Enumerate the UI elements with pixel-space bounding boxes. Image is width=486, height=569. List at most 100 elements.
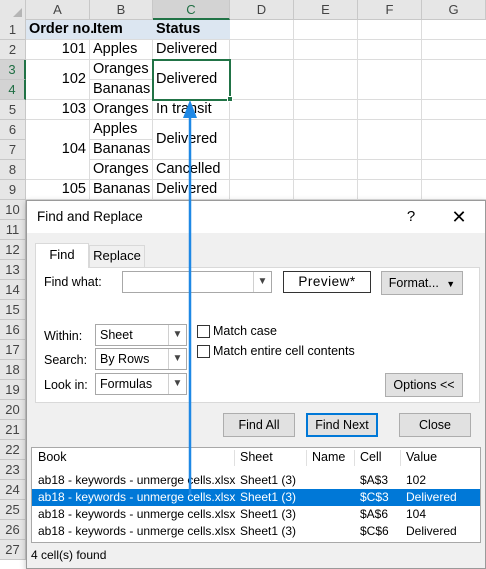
result-sheet: Sheet1 (3)	[240, 473, 297, 487]
cell-a9[interactable]: 105	[26, 181, 89, 197]
cell-b1[interactable]: Item	[90, 21, 152, 37]
result-value: Delivered	[406, 490, 457, 504]
within-select[interactable]: Sheet ▼	[95, 324, 187, 346]
column-header-f[interactable]: F	[358, 0, 422, 20]
tab-find[interactable]: Find	[35, 243, 89, 268]
cell-a6-merged[interactable]: 104	[26, 120, 89, 179]
cell-c6-merged[interactable]: Delivered	[153, 120, 229, 159]
row-header-5[interactable]: 5	[0, 100, 26, 120]
cell-b4[interactable]: Bananas	[90, 81, 152, 97]
row-header-19[interactable]: 19	[0, 380, 26, 400]
gridline	[26, 119, 486, 120]
format-button-label: Format...	[388, 276, 439, 290]
result-cell: $C$3	[360, 490, 389, 504]
results-header-sheet[interactable]: Sheet	[240, 450, 273, 464]
row-header-13[interactable]: 13	[0, 260, 26, 280]
find-next-button[interactable]: Find Next	[306, 413, 378, 437]
cell-a5[interactable]: 103	[26, 101, 89, 117]
column-header-g[interactable]: G	[422, 0, 486, 20]
row-header-25[interactable]: 25	[0, 500, 26, 520]
cell-b7[interactable]: Bananas	[90, 141, 152, 157]
dialog-titlebar[interactable]: Find and Replace ? ✕	[27, 201, 485, 233]
row-header-11[interactable]: 11	[0, 220, 26, 240]
row-header-27[interactable]: 27	[0, 540, 26, 560]
results-header-value[interactable]: Value	[406, 450, 437, 464]
cell-b8[interactable]: Oranges	[90, 161, 152, 177]
row-header-3[interactable]: 3	[0, 60, 26, 80]
row-header-9[interactable]: 9	[0, 180, 26, 200]
gridline	[26, 99, 486, 100]
cell-b5[interactable]: Oranges	[90, 101, 152, 117]
gridline	[90, 79, 153, 80]
column-header-e[interactable]: E	[294, 0, 358, 20]
cell-c1[interactable]: Status	[153, 21, 229, 37]
chevron-down-icon[interactable]: ▼	[253, 272, 271, 292]
gridline	[26, 179, 486, 180]
row-header-26[interactable]: 26	[0, 520, 26, 540]
row-header-15[interactable]: 15	[0, 300, 26, 320]
help-button[interactable]: ?	[399, 205, 423, 229]
cell-a1[interactable]: Order no.	[26, 21, 94, 37]
row-header-21[interactable]: 21	[0, 420, 26, 440]
row-header-8[interactable]: 8	[0, 160, 26, 180]
row-header-24[interactable]: 24	[0, 480, 26, 500]
results-header-name[interactable]: Name	[312, 450, 345, 464]
column-header-a[interactable]: A	[26, 0, 90, 20]
match-case-checkbox[interactable]	[197, 325, 210, 338]
chevron-down-icon[interactable]: ▼	[168, 325, 186, 345]
search-value: By Rows	[100, 352, 150, 366]
row-header-12[interactable]: 12	[0, 240, 26, 260]
find-what-input[interactable]: ▼	[122, 271, 272, 293]
cell-b6[interactable]: Apples	[90, 121, 152, 137]
dialog-title: Find and Replace	[37, 209, 143, 224]
results-header-book[interactable]: Book	[38, 450, 67, 464]
row-header-23[interactable]: 23	[0, 460, 26, 480]
row-header-7[interactable]: 7	[0, 140, 26, 160]
row-header-4[interactable]: 4	[0, 80, 26, 100]
close-icon[interactable]: ✕	[447, 205, 471, 229]
chevron-down-icon[interactable]: ▼	[168, 374, 186, 394]
column-header-b[interactable]: B	[90, 0, 153, 20]
result-row[interactable]: ab18 - keywords - unmerge cells.xlsx She…	[32, 472, 480, 489]
select-all-corner[interactable]	[0, 0, 26, 20]
column-header-d[interactable]: D	[230, 0, 294, 20]
column-header-c[interactable]: C	[153, 0, 230, 20]
row-header-16[interactable]: 16	[0, 320, 26, 340]
search-select[interactable]: By Rows ▼	[95, 348, 187, 370]
cell-b2[interactable]: Apples	[90, 41, 152, 57]
gridline	[90, 139, 153, 140]
cell-a3-merged[interactable]: 102	[26, 60, 89, 99]
chevron-down-icon[interactable]: ▼	[168, 349, 186, 369]
row-header-22[interactable]: 22	[0, 440, 26, 460]
find-all-button[interactable]: Find All	[223, 413, 295, 437]
cell-a2[interactable]: 101	[26, 41, 89, 57]
cell-b3[interactable]: Oranges	[90, 61, 152, 77]
match-entire-checkbox[interactable]	[197, 345, 210, 358]
options-button[interactable]: Options <<	[385, 373, 463, 397]
results-header-cell[interactable]: Cell	[360, 450, 382, 464]
row-header-6[interactable]: 6	[0, 120, 26, 140]
results-list[interactable]: Book Sheet Name Cell Value ab18 - keywor…	[31, 447, 481, 543]
result-row[interactable]: ab18 - keywords - unmerge cells.xlsx She…	[32, 523, 480, 540]
cell-c9[interactable]: Delivered	[153, 181, 229, 197]
cell-b9[interactable]: Bananas	[90, 181, 152, 197]
cell-c8[interactable]: Cancelled	[153, 161, 229, 177]
row-header-18[interactable]: 18	[0, 360, 26, 380]
tab-replace[interactable]: Replace	[89, 245, 145, 267]
close-button[interactable]: Close	[399, 413, 471, 437]
result-sheet: Sheet1 (3)	[240, 490, 297, 504]
look-in-select[interactable]: Formulas ▼	[95, 373, 187, 395]
format-button[interactable]: Format... ▼	[381, 271, 463, 295]
result-cell: $A$6	[360, 507, 389, 521]
fill-handle[interactable]	[227, 96, 233, 102]
row-header-10[interactable]: 10	[0, 200, 26, 220]
result-row-selected[interactable]: ab18 - keywords - unmerge cells.xlsx She…	[32, 489, 480, 506]
row-header-20[interactable]: 20	[0, 400, 26, 420]
row-header-1[interactable]: 1	[0, 20, 26, 40]
cell-c5[interactable]: In transit	[153, 101, 229, 117]
row-header-17[interactable]: 17	[0, 340, 26, 360]
row-header-2[interactable]: 2	[0, 40, 26, 60]
result-row[interactable]: ab18 - keywords - unmerge cells.xlsx She…	[32, 506, 480, 523]
cell-c2[interactable]: Delivered	[153, 41, 229, 57]
row-header-14[interactable]: 14	[0, 280, 26, 300]
